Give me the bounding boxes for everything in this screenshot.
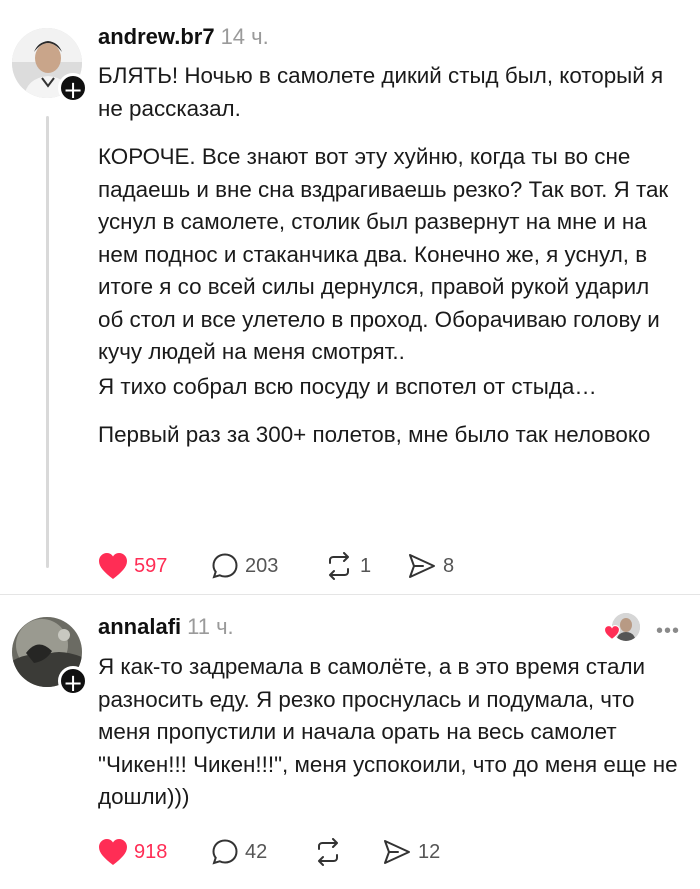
- username[interactable]: andrew.br7: [98, 24, 215, 49]
- like-button[interactable]: 597: [98, 550, 167, 582]
- post-time: 11 ч.: [187, 614, 234, 639]
- share-count: 12: [418, 840, 441, 863]
- post-paragraph: Я тихо собрал всю посуду и вспотел от ст…: [98, 373, 597, 399]
- comment-count: 203: [245, 554, 279, 577]
- thread-line: [46, 116, 49, 568]
- comment-button[interactable]: 203: [211, 550, 278, 582]
- more-options-icon[interactable]: •••: [656, 620, 680, 643]
- like-count: 597: [134, 554, 168, 577]
- post-andrew: + andrew.br7 14 ч. БЛЯТЬ! Ночью в самолет…: [0, 0, 700, 594]
- post-paragraph: БЛЯТЬ! Ночью в самолете дикий стыд был, …: [98, 63, 664, 121]
- comment-button[interactable]: 42: [211, 836, 267, 868]
- comment-icon: [212, 839, 238, 865]
- post-time: 14 ч.: [220, 24, 269, 49]
- post-annalafi: + annalafi 11 ч. Я как-то задремала в сам…: [0, 595, 700, 889]
- like-button[interactable]: 918: [98, 836, 167, 868]
- username[interactable]: annalafi: [98, 614, 181, 639]
- repost-button[interactable]: [313, 836, 349, 868]
- post-header: annalafi 11 ч.: [98, 614, 234, 640]
- post-header: andrew.br7 14 ч.: [98, 24, 269, 50]
- repost-icon: [318, 838, 338, 866]
- share-icon: [409, 554, 435, 578]
- post-body: БЛЯТЬ! Ночью в самолете дикий стыд был, …: [98, 60, 678, 452]
- repost-icon: [329, 552, 349, 580]
- share-button[interactable]: 8: [407, 550, 454, 582]
- repost-button[interactable]: 1: [324, 550, 371, 582]
- share-icon: [384, 840, 410, 864]
- post-paragraph: Я как-то задремала в самолёте, а в это в…: [98, 654, 678, 809]
- share-count: 8: [443, 554, 455, 577]
- follow-plus-icon[interactable]: +: [58, 73, 88, 104]
- share-button[interactable]: 12: [382, 836, 440, 868]
- heart-icon: [99, 553, 127, 579]
- follow-plus-icon[interactable]: +: [58, 666, 88, 697]
- post-paragraph: Первый раз за 300+ полетов, мне было так…: [98, 422, 651, 447]
- comment-icon: [212, 553, 238, 579]
- like-count: 918: [134, 840, 168, 863]
- comment-count: 42: [245, 840, 268, 863]
- author-liked-indicator: [603, 613, 640, 647]
- heart-icon: [99, 839, 127, 865]
- post-paragraph: КОРОЧЕ. Все знают вот эту хуйню, когда т…: [98, 144, 669, 364]
- post-body: Я как-то задремала в самолёте, а в это в…: [98, 651, 678, 814]
- heart-icon: [603, 625, 621, 645]
- repost-count: 1: [360, 554, 372, 577]
